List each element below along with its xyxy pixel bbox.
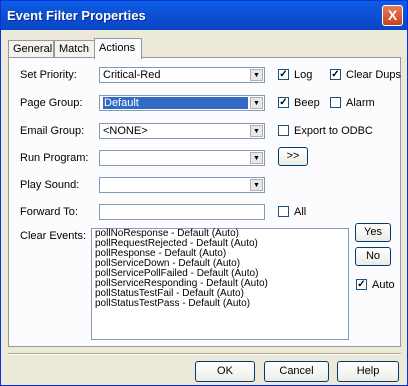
help-button[interactable]: Help bbox=[337, 361, 399, 382]
clear-dups-checkbox[interactable]: ✓ bbox=[330, 69, 341, 80]
auto-checkbox[interactable]: ✓ bbox=[356, 279, 367, 290]
run-program-select[interactable]: ▼ bbox=[99, 150, 265, 166]
ok-button[interactable]: OK bbox=[195, 361, 255, 382]
clear-events-list[interactable]: pollNoResponse - Default (Auto) pollRequ… bbox=[91, 228, 349, 340]
alarm-label: Alarm bbox=[346, 97, 375, 109]
beep-checkbox[interactable]: ✓ bbox=[278, 97, 289, 108]
play-sound-select[interactable]: ▼ bbox=[99, 177, 265, 193]
all-label: All bbox=[294, 206, 307, 218]
clear-dups-label: Clear Dups bbox=[346, 69, 402, 81]
tab-general[interactable]: General bbox=[8, 40, 54, 58]
export-odbc-checkbox[interactable] bbox=[278, 125, 289, 136]
dropdown-arrow-icon[interactable]: ▼ bbox=[250, 152, 263, 164]
alarm-checkbox[interactable] bbox=[330, 97, 341, 108]
dropdown-arrow-icon[interactable]: ▼ bbox=[250, 125, 263, 137]
set-priority-label: Set Priority: bbox=[20, 69, 77, 81]
footer-divider bbox=[8, 353, 401, 355]
browse-program-button[interactable]: >> bbox=[278, 147, 308, 166]
list-item[interactable]: pollStatusTestPass - Default (Auto) bbox=[92, 299, 348, 309]
email-group-label: Email Group: bbox=[20, 125, 85, 137]
tab-actions[interactable]: Actions bbox=[94, 38, 142, 59]
title-bar[interactable]: Event Filter Properties X bbox=[1, 1, 407, 30]
log-checkbox[interactable]: ✓ bbox=[278, 69, 289, 80]
cancel-button[interactable]: Cancel bbox=[264, 361, 329, 382]
set-priority-value: Critical-Red bbox=[103, 69, 161, 81]
email-group-value: <NONE> bbox=[103, 125, 148, 137]
dropdown-arrow-icon[interactable]: ▼ bbox=[250, 97, 263, 109]
export-odbc-label: Export to ODBC bbox=[294, 125, 373, 137]
run-program-label: Run Program: bbox=[20, 152, 89, 164]
no-button[interactable]: No bbox=[355, 247, 391, 266]
beep-label: Beep bbox=[294, 97, 320, 109]
auto-label: Auto bbox=[372, 279, 395, 291]
close-button[interactable]: X bbox=[382, 5, 403, 26]
clear-events-label: Clear Events: bbox=[20, 230, 87, 242]
yes-button[interactable]: Yes bbox=[355, 223, 391, 242]
dropdown-arrow-icon[interactable]: ▼ bbox=[250, 179, 263, 191]
tab-match[interactable]: Match bbox=[54, 40, 95, 58]
event-filter-dialog: Event Filter Properties X General Match … bbox=[0, 0, 408, 386]
forward-to-input[interactable] bbox=[99, 204, 265, 220]
forward-to-label: Forward To: bbox=[20, 206, 78, 218]
dropdown-arrow-icon[interactable]: ▼ bbox=[250, 69, 263, 81]
email-group-select[interactable]: <NONE> ▼ bbox=[99, 123, 265, 139]
play-sound-label: Play Sound: bbox=[20, 179, 80, 191]
set-priority-select[interactable]: Critical-Red ▼ bbox=[99, 67, 265, 83]
page-group-value: Default bbox=[103, 97, 248, 109]
window-title: Event Filter Properties bbox=[7, 8, 146, 23]
all-checkbox[interactable] bbox=[278, 206, 289, 217]
page-group-label: Page Group: bbox=[20, 97, 83, 109]
page-group-select[interactable]: Default ▼ bbox=[99, 95, 265, 111]
log-label: Log bbox=[294, 69, 313, 81]
